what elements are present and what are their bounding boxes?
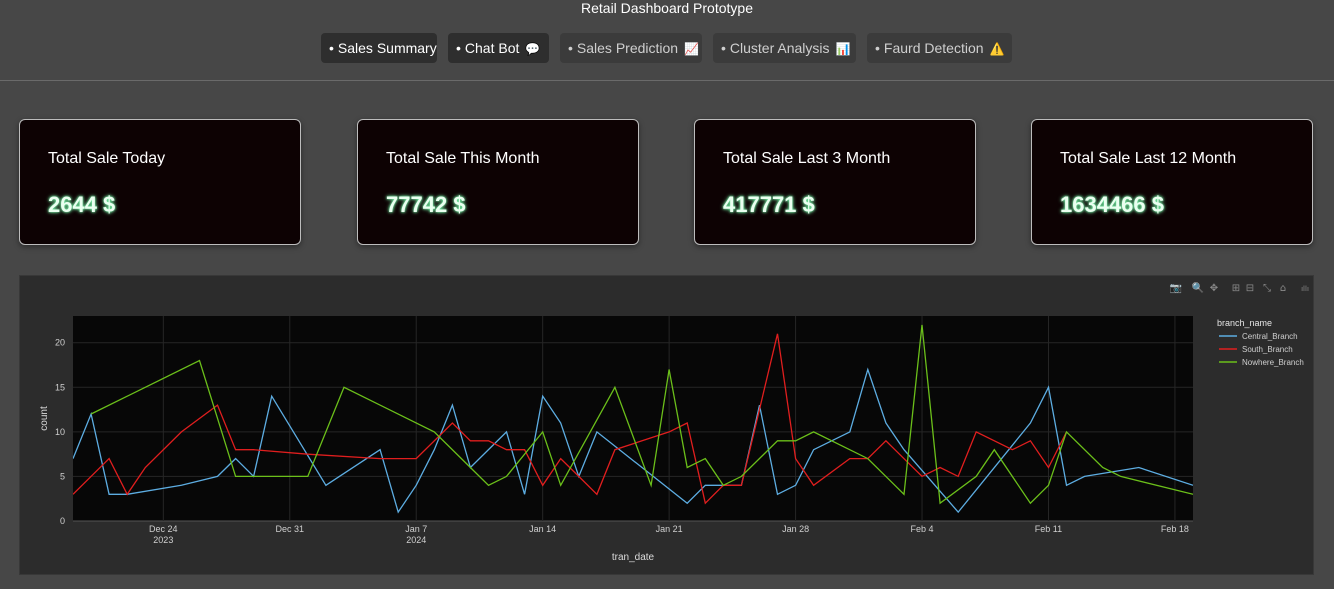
pan-icon[interactable]: ✥ (1210, 283, 1218, 294)
legend-item-label[interactable]: Central_Branch (1242, 332, 1298, 341)
y-tick-label: 20 (55, 338, 65, 348)
card-value: 2644 $ (48, 192, 116, 217)
y-tick-label: 10 (55, 427, 65, 437)
tab-fraud-detection[interactable]: • Faurd Detection ⚠️ (867, 33, 1012, 63)
tab-bullet: • (721, 40, 726, 56)
y-tick-label: 0 (60, 516, 65, 526)
card-value: 77742 $ (386, 192, 466, 217)
x-tick-label: Dec 31 (276, 524, 305, 534)
card-value: 417771 $ (723, 192, 815, 217)
x-tick-year-label: 2023 (153, 535, 173, 545)
kpi-card-3-month: Total Sale Last 3 Month 417771 $ (694, 119, 976, 245)
tab-label: Cluster Analysis (729, 40, 830, 56)
plot-area (73, 316, 1193, 521)
zoom-in-icon[interactable]: ⊞ (1232, 283, 1240, 294)
kpi-card-12-month: Total Sale Last 12 Month 1634466 $ (1031, 119, 1313, 245)
kpi-card-month: Total Sale This Month 77742 $ (357, 119, 639, 245)
header-divider (0, 80, 1334, 81)
x-tick-label: Feb 11 (1035, 524, 1062, 534)
tab-sales-prediction[interactable]: • Sales Prediction 📈 (560, 33, 702, 63)
x-tick-label: Jan 14 (529, 524, 556, 534)
plotly-logo-icon[interactable]: ıllı (1301, 285, 1309, 293)
tab-bullet: • (329, 40, 334, 56)
x-tick-label: Jan 21 (656, 524, 683, 534)
card-title: Total Sale Today (48, 150, 166, 167)
card-title: Total Sale Last 3 Month (723, 150, 891, 167)
chart-increasing-icon: 📈 (684, 42, 700, 56)
tab-bullet: • (568, 40, 573, 56)
tab-chat-bot[interactable]: • Chat Bot 💬 (448, 33, 549, 63)
card-title: Total Sale Last 12 Month (1060, 150, 1237, 167)
card-title: Total Sale This Month (386, 150, 540, 167)
card-value: 1634466 $ (1060, 192, 1164, 217)
bar-chart-icon: 📊 (835, 42, 851, 56)
reset-axes-icon[interactable]: ⌂ (1280, 283, 1286, 294)
tab-bullet: • (875, 40, 880, 56)
tab-bullet: • (456, 40, 461, 56)
camera-icon[interactable]: 📷 (1170, 283, 1182, 294)
app-title: Retail Dashboard Prototype (581, 0, 753, 16)
tab-label: Chat Bot (464, 40, 520, 56)
tab-label: Sales Prediction (576, 40, 679, 56)
x-tick-label: Feb 4 (911, 524, 934, 534)
tab-label: Faurd Detection (883, 40, 984, 56)
x-tick-label: Feb 18 (1161, 524, 1189, 534)
x-tick-label: Jan 28 (782, 524, 809, 534)
line-chart[interactable]: 0 5 10 15 20 Dec 242023 Dec 31 Jan 72024 Jan 14 J… (20, 276, 1313, 574)
tab-sales-summary[interactable]: • Sales Summary (321, 33, 437, 63)
zoom-icon[interactable]: 🔍 (1192, 281, 1204, 294)
x-tick-label: Dec 24 (149, 524, 178, 534)
zoom-out-icon[interactable]: ⊟ (1246, 283, 1254, 294)
legend-title: branch_name (1217, 318, 1272, 328)
kpi-card-today: Total Sale Today 2644 $ (19, 119, 301, 245)
tab-label: Sales Summary (337, 40, 437, 56)
y-tick-label: 5 (60, 471, 65, 481)
x-tick-year-label: 2024 (406, 535, 426, 545)
y-tick-label: 15 (55, 382, 65, 392)
y-axis-title: count (39, 406, 50, 431)
warning-icon: ⚠️ (989, 42, 1005, 56)
tab-cluster-analysis[interactable]: • Cluster Analysis 📊 (713, 33, 856, 63)
legend-item-label[interactable]: Nowhere_Branch (1242, 358, 1304, 367)
speech-bubble-icon: 💬 (525, 42, 541, 56)
legend-item-label[interactable]: South_Branch (1242, 345, 1293, 354)
autoscale-icon[interactable]: ⤡ (1263, 283, 1271, 294)
chart-panel: 0 5 10 15 20 Dec 24 2023 Dec 31 Jan 7 2024 Jan 14 J… (19, 275, 1314, 575)
x-tick-label: Jan 7 (405, 524, 427, 534)
x-axis-title: tran_date (612, 552, 655, 563)
